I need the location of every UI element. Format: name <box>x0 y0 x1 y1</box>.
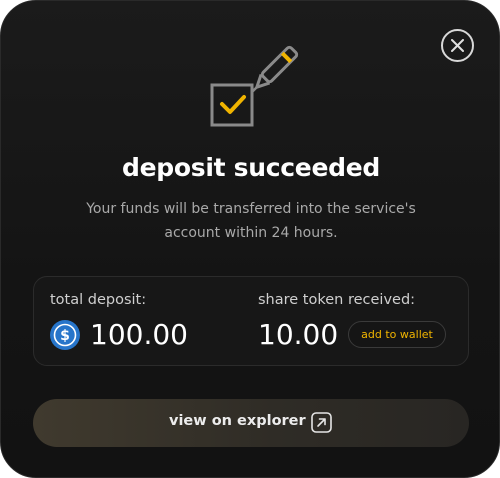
modal-title: deposit succeeded <box>122 153 380 182</box>
modal-subtitle: Your funds will be transferred into the … <box>86 201 416 241</box>
view-on-explorer-button[interactable]: view on explorer <box>33 399 469 447</box>
close-button[interactable] <box>441 29 474 62</box>
total-deposit-label: total deposit: <box>50 292 147 308</box>
checkbox-pen-icon <box>210 45 299 127</box>
deposit-summary-card: total deposit: $ 100.00 share token rece… <box>33 276 469 366</box>
view-on-explorer-label: view on explorer <box>169 413 306 429</box>
close-icon <box>451 39 464 52</box>
deposit-success-modal: deposit succeeded Your funds will be tra… <box>0 0 500 478</box>
usdc-icon: $ <box>50 320 80 350</box>
svg-text:$: $ <box>60 328 70 344</box>
share-token-label: share token received: <box>258 292 416 308</box>
add-to-wallet-button[interactable]: add to wallet <box>348 321 446 348</box>
share-token-value: 10.00 <box>258 318 339 351</box>
total-deposit-value: 100.00 <box>90 318 188 351</box>
external-link-icon <box>311 412 332 433</box>
